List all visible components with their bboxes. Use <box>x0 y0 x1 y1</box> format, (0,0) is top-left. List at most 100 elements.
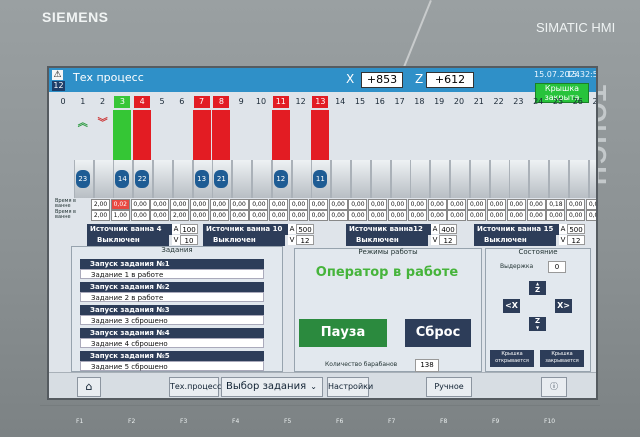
function-key-f3[interactable]: F3 <box>180 418 187 425</box>
manual-control-button[interactable]: Ручное упр <box>426 377 472 397</box>
tank-20[interactable] <box>450 110 470 198</box>
bath-time-value: 0,00 <box>348 199 368 210</box>
bath-time-value: 0,00 <box>229 199 249 210</box>
function-key-f10[interactable]: F10 <box>544 418 555 425</box>
bath-time-value: 0,18 <box>546 199 566 210</box>
tech-process-button[interactable]: Тех.процесс <box>169 377 221 397</box>
tank-18[interactable] <box>410 110 431 198</box>
barrel-icon: 21 <box>214 170 229 188</box>
bath-time-value: 0,00 <box>249 210 269 221</box>
time-display: 15:32:50 <box>567 70 598 79</box>
start-task-button[interactable]: Запуск задания №2 <box>80 282 264 292</box>
z-up-button[interactable]: ▲ Z <box>529 281 546 295</box>
source-name: Источник ванна 10 <box>203 224 288 235</box>
tank-14[interactable] <box>331 110 352 198</box>
power-source-2[interactable]: Источник ванна 10 Выключен A 500 V 12 <box>203 224 314 246</box>
tank-12[interactable] <box>291 110 312 198</box>
info-button[interactable]: ⓘ <box>541 377 567 397</box>
station-number: 19 <box>434 97 445 106</box>
station-number: 12 <box>295 97 306 106</box>
station-number: 16 <box>374 97 385 106</box>
tank-17[interactable] <box>390 110 411 198</box>
bath-time-value: 0,00 <box>130 210 150 221</box>
station-number: 18 <box>414 97 425 106</box>
tank-23[interactable] <box>509 110 530 198</box>
x-right-button[interactable]: X> <box>555 299 572 313</box>
task-5: Запуск задания №5 Задание 5 сброшено <box>80 351 264 372</box>
tank-25[interactable] <box>549 110 569 198</box>
tank-15[interactable] <box>351 110 371 198</box>
ampere-label: A <box>172 224 180 234</box>
tank-26[interactable] <box>568 110 589 198</box>
bath-time-value: 0,00 <box>150 199 170 210</box>
barrel-icon: 11 <box>313 170 328 188</box>
power-source-1[interactable]: Источник ванна 4 Выключен A 100 V 10 <box>87 224 198 246</box>
tank-4[interactable]: 22 <box>133 110 154 198</box>
warning-icon[interactable]: ⚠ <box>52 70 63 80</box>
z-down-button[interactable]: Z ▼ <box>529 317 546 331</box>
tank-27[interactable] <box>588 110 596 198</box>
settings-button[interactable]: Настройки <box>327 377 373 397</box>
bath-time-value: 2,00 <box>170 210 190 221</box>
station-number: 5 <box>159 97 165 106</box>
function-key-f4[interactable]: F4 <box>232 418 239 425</box>
function-key-f2[interactable]: F2 <box>128 418 135 425</box>
volt-value: 12 <box>439 235 457 245</box>
start-task-button[interactable]: Запуск задания №3 <box>80 305 264 315</box>
power-source-3[interactable]: Источник ванна12 Выключен A 400 V 12 <box>346 224 457 246</box>
bath-cup <box>351 160 371 198</box>
x-left-button[interactable]: <X <box>503 299 520 313</box>
function-key-f9[interactable]: F9 <box>492 418 499 425</box>
tank-16[interactable] <box>370 110 391 198</box>
bath-time-value: 1,00 <box>110 210 130 221</box>
source-state: Выключен <box>474 235 556 246</box>
tank-11[interactable]: 12 <box>271 110 292 198</box>
lid-close-button[interactable]: Крышка закрывается <box>540 350 584 367</box>
tank-10[interactable] <box>252 110 272 198</box>
start-task-button[interactable]: Запуск задания №1 <box>80 259 264 269</box>
bath-time-value: 0,00 <box>388 210 407 221</box>
function-key-f1[interactable]: F1 <box>76 418 83 425</box>
power-source-4[interactable]: Источник ванна 15 Выключен A 500 V 12 <box>474 224 585 246</box>
station-number: 23 <box>513 97 524 106</box>
tank-5[interactable] <box>153 110 173 198</box>
bath-time-value: 0,00 <box>526 199 546 210</box>
reset-button[interactable]: Сброс <box>405 319 471 347</box>
bath-cup <box>489 160 510 198</box>
tank-6[interactable] <box>172 110 193 198</box>
task-status: Задание 2 в работе <box>80 292 264 302</box>
function-key-f6[interactable]: F6 <box>336 418 343 425</box>
tank-7[interactable]: 13 <box>192 110 213 198</box>
bath-cup <box>529 160 550 198</box>
task-status: Задание 1 в работе <box>80 269 264 279</box>
start-task-button[interactable]: Запуск задания №5 <box>80 351 264 361</box>
pause-button[interactable]: Пауза <box>299 319 387 347</box>
tank-21[interactable] <box>469 110 490 198</box>
start-task-button[interactable]: Запуск задания №4 <box>80 328 264 338</box>
function-key-f7[interactable]: F7 <box>388 418 395 425</box>
lid-open-button[interactable]: Крышка открывается <box>490 350 534 367</box>
chevron-down-icon: ︾ <box>97 118 108 129</box>
tank-3[interactable]: 14 <box>113 110 134 198</box>
tank-line: 23 14 22 13 21 12 11 ︽ ︾ <box>55 110 596 200</box>
tank-24[interactable] <box>529 110 550 198</box>
bath-cup <box>430 160 451 198</box>
bath-time-value: 0,00 <box>348 210 368 221</box>
tank-19[interactable] <box>430 110 451 198</box>
barrel-icon: 13 <box>194 170 209 188</box>
barrel-icon: 14 <box>115 170 130 188</box>
home-button[interactable]: ⌂ <box>77 377 101 397</box>
ampere-label: A <box>431 224 439 234</box>
function-key-f5[interactable]: F5 <box>284 418 291 425</box>
bath-time-value: 0,00 <box>368 210 388 221</box>
station-number: 14 <box>335 97 346 106</box>
station-number: 17 <box>394 97 405 106</box>
tank-9[interactable] <box>232 110 253 198</box>
tank-8[interactable]: 21 <box>212 110 233 198</box>
task-select-dropdown[interactable]: Выбор задания ⌄ <box>221 377 323 397</box>
function-key-f8[interactable]: F8 <box>440 418 447 425</box>
chevron-down-icon: ⌄ <box>310 382 317 391</box>
bath-cup <box>153 160 173 198</box>
tank-22[interactable] <box>489 110 510 198</box>
tank-13[interactable]: 11 <box>311 110 332 198</box>
